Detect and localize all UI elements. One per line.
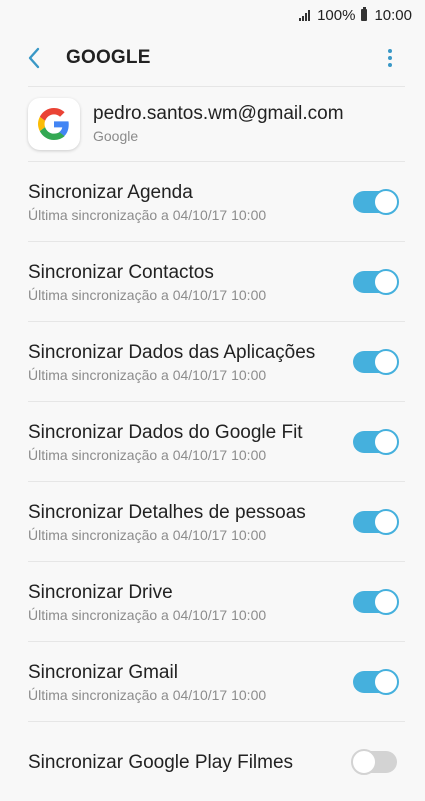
sync-item[interactable]: Sincronizar Drive Última sincronização a… — [28, 562, 405, 642]
battery-percent: 100% — [317, 6, 356, 24]
sync-list: Sincronizar Agenda Última sincronização … — [28, 162, 405, 801]
sync-toggle[interactable] — [353, 268, 399, 295]
sync-item[interactable]: Sincronizar Agenda Última sincronização … — [28, 162, 405, 242]
sync-item-title: Sincronizar Drive — [28, 582, 173, 603]
account-email: pedro.santos.wm@gmail.com — [93, 103, 344, 124]
sync-item-title: Sincronizar Google Play Filmes — [28, 752, 294, 773]
sync-item-subtitle: Última sincronização a 04/10/17 10:00 — [28, 607, 267, 623]
page-title: GOOGLE — [66, 47, 151, 68]
sync-item[interactable]: Sincronizar Contactos Última sincronizaç… — [28, 242, 405, 322]
app-bar: GOOGLE — [0, 30, 425, 86]
sync-item-subtitle: Última sincronização a 04/10/17 10:00 — [28, 287, 267, 303]
sync-item[interactable]: Sincronizar Dados das Aplicações Última … — [28, 322, 405, 402]
sync-item-subtitle: Última sincronização a 04/10/17 10:00 — [28, 687, 267, 703]
battery-icon — [361, 7, 368, 21]
sync-toggle[interactable] — [353, 428, 399, 455]
signal-icon — [299, 9, 311, 21]
clock: 10:00 — [374, 6, 412, 24]
account-type: Google — [93, 128, 139, 144]
sync-item-subtitle: Última sincronização a 04/10/17 10:00 — [28, 367, 267, 383]
more-options-button[interactable] — [375, 38, 405, 78]
sync-item[interactable]: Sincronizar Detalhes de pessoas Última s… — [28, 482, 405, 562]
sync-toggle[interactable] — [353, 508, 399, 535]
sync-item-title: Sincronizar Detalhes de pessoas — [28, 502, 306, 523]
sync-item-title: Sincronizar Contactos — [28, 262, 214, 283]
back-arrow-icon — [28, 47, 40, 69]
more-vert-icon — [388, 49, 392, 53]
sync-item-subtitle: Última sincronização a 04/10/17 10:00 — [28, 447, 267, 463]
sync-toggle[interactable] — [353, 588, 399, 615]
sync-item-subtitle: Última sincronização a 04/10/17 10:00 — [28, 207, 267, 223]
sync-item-title: Sincronizar Agenda — [28, 182, 193, 203]
sync-toggle[interactable] — [351, 748, 397, 775]
google-logo-icon — [28, 98, 80, 150]
sync-item[interactable]: Sincronizar Google Play Filmes — [28, 722, 405, 801]
sync-toggle[interactable] — [353, 188, 399, 215]
sync-item-title: Sincronizar Gmail — [28, 662, 178, 683]
sync-item-title: Sincronizar Dados do Google Fit — [28, 422, 303, 443]
sync-toggle[interactable] — [353, 668, 399, 695]
sync-item[interactable]: Sincronizar Dados do Google Fit Última s… — [28, 402, 405, 482]
sync-item[interactable]: Sincronizar Gmail Última sincronização a… — [28, 642, 405, 722]
sync-toggle[interactable] — [353, 348, 399, 375]
sync-item-subtitle: Última sincronização a 04/10/17 10:00 — [28, 527, 267, 543]
back-button[interactable] — [12, 36, 56, 80]
account-header: pedro.santos.wm@gmail.com Google — [28, 86, 405, 162]
sync-item-title: Sincronizar Dados das Aplicações — [28, 342, 316, 363]
status-bar: 100% 10:00 — [0, 0, 425, 30]
